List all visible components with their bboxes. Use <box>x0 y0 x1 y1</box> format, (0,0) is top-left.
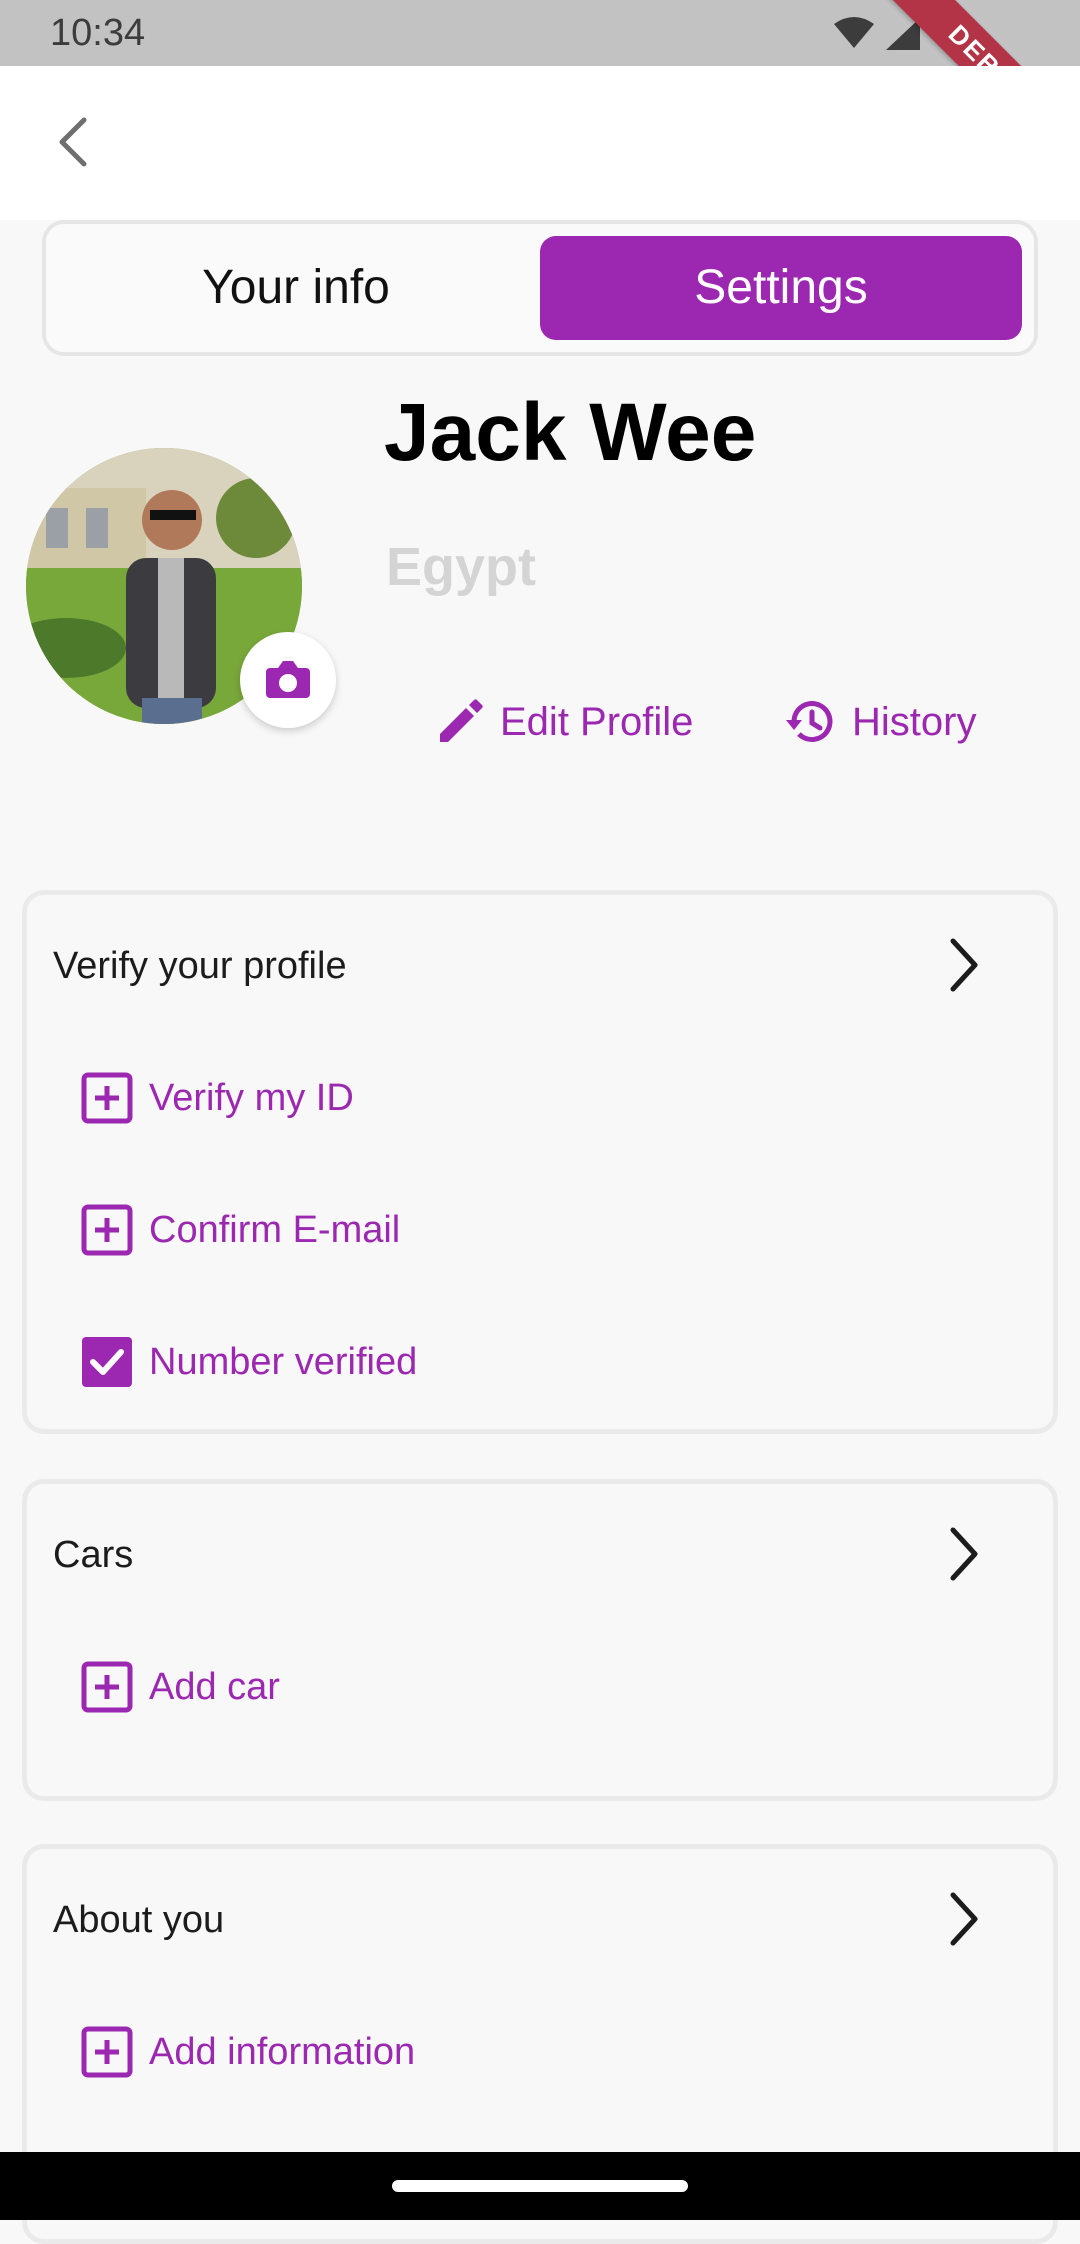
verify-id-label: Verify my ID <box>149 1076 354 1119</box>
history-label: History <box>852 699 977 744</box>
profile-tabs: Your info Settings <box>42 220 1038 356</box>
confirm-email-item[interactable]: Confirm E-mail <box>81 1200 400 1260</box>
profile-name: Jack Wee <box>384 387 757 478</box>
add-box-icon <box>81 1072 133 1124</box>
chevron-right-icon[interactable] <box>943 935 983 995</box>
add-information-item[interactable]: Add information <box>81 2022 415 2082</box>
number-verified-label: Number verified <box>149 1340 418 1383</box>
chevron-right-icon[interactable] <box>943 1524 983 1584</box>
add-box-icon <box>81 1204 133 1256</box>
change-photo-button[interactable] <box>240 632 336 728</box>
pencil-icon <box>440 699 483 742</box>
history-icon <box>786 701 833 743</box>
verify-profile-title: Verify your profile <box>53 945 347 987</box>
confirm-email-label: Confirm E-mail <box>149 1208 401 1251</box>
cars-card: Cars Add car <box>22 1479 1058 1801</box>
status-time: 10:34 <box>50 12 146 54</box>
wifi-icon <box>834 17 874 48</box>
system-nav-bar <box>0 2152 1080 2220</box>
add-information-label: Add information <box>149 2030 416 2073</box>
number-verified-item[interactable]: Number verified <box>81 1332 417 1392</box>
tab-settings[interactable]: Settings <box>540 236 1022 340</box>
verify-profile-card: Verify your profile Verify my ID Confirm… <box>22 890 1058 1434</box>
back-arrow-icon[interactable] <box>44 110 108 174</box>
cars-title: Cars <box>53 1534 134 1576</box>
checkbox-checked-icon <box>82 1337 132 1387</box>
edit-profile-label: Edit Profile <box>500 699 694 744</box>
chevron-right-icon[interactable] <box>943 1889 983 1949</box>
tab-your-info[interactable]: Your info <box>56 236 536 340</box>
about-you-title: About you <box>53 1899 225 1941</box>
add-car-label: Add car <box>149 1665 280 1708</box>
add-car-item[interactable]: Add car <box>81 1657 280 1717</box>
history-button[interactable]: History <box>780 690 976 754</box>
add-box-icon <box>81 1661 133 1713</box>
camera-icon <box>266 661 310 698</box>
edit-profile-button[interactable]: Edit Profile <box>432 690 693 754</box>
app-bar <box>0 66 1080 220</box>
add-box-icon <box>81 2026 133 2078</box>
profile-country: Egypt <box>386 537 537 597</box>
home-handle[interactable] <box>392 2180 688 2192</box>
verify-id-item[interactable]: Verify my ID <box>81 1068 354 1128</box>
